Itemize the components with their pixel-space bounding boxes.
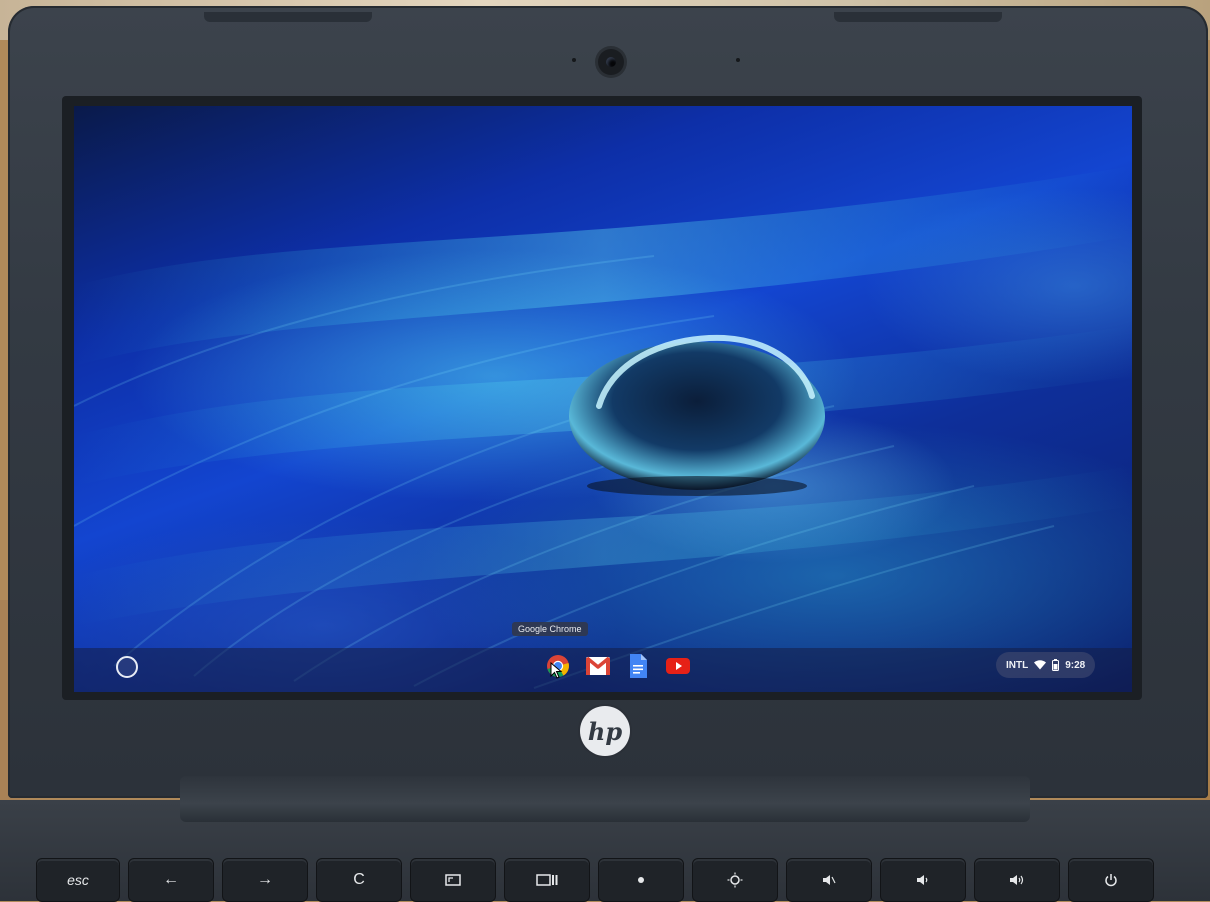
youtube-icon: [666, 658, 690, 674]
docs-icon: [630, 654, 647, 678]
youtube-app-button[interactable]: [664, 652, 692, 680]
microphone-left: [572, 58, 576, 62]
refresh-key[interactable]: C: [316, 858, 402, 902]
laptop-hinge: [180, 776, 1030, 822]
wifi-icon: [1034, 660, 1047, 670]
mute-key[interactable]: [786, 858, 872, 902]
battery-icon: [1052, 659, 1060, 671]
chromeos-desktop[interactable]: Google Chrome INTL 9:28: [74, 106, 1132, 692]
app-tooltip: Google Chrome: [512, 622, 588, 636]
power-icon: [1105, 874, 1117, 887]
back-key[interactable]: ←: [128, 858, 214, 902]
status-tray[interactable]: INTL 9:28: [996, 652, 1096, 678]
lid-tab-left: [204, 12, 372, 22]
launcher-button[interactable]: [116, 656, 138, 678]
gmail-icon: [585, 656, 611, 675]
volume-up-key[interactable]: [974, 858, 1060, 902]
microphone-right: [736, 58, 740, 62]
input-method-indicator: INTL: [1006, 659, 1029, 671]
volume-down-icon: [917, 875, 928, 885]
brightness-up-icon: [727, 872, 743, 888]
hp-logo: hp: [580, 706, 630, 756]
docs-app-button[interactable]: [624, 652, 652, 680]
esc-key[interactable]: esc: [36, 858, 120, 902]
clock-time: 9:28: [1065, 659, 1086, 671]
overview-key[interactable]: [504, 858, 590, 902]
overview-icon: [536, 874, 558, 886]
forward-key[interactable]: →: [222, 858, 308, 902]
brightness-down-icon: [638, 877, 644, 883]
brightness-down-key[interactable]: [598, 858, 684, 902]
webcam: [598, 49, 624, 75]
mute-icon: [823, 875, 836, 885]
fullscreen-icon: [445, 874, 461, 886]
pinned-apps: [544, 652, 692, 680]
mouse-cursor-icon: [550, 662, 563, 679]
power-key[interactable]: [1068, 858, 1154, 902]
volume-down-key[interactable]: [880, 858, 966, 902]
gmail-app-button[interactable]: [584, 652, 612, 680]
brightness-up-key[interactable]: [692, 858, 778, 902]
volume-up-icon: [1010, 875, 1024, 885]
keyboard-top-row: esc ← → C: [36, 858, 1154, 902]
lid-tab-right: [834, 12, 1002, 22]
peacock-feather-wallpaper: [74, 166, 1132, 689]
fullscreen-key[interactable]: [410, 858, 496, 902]
